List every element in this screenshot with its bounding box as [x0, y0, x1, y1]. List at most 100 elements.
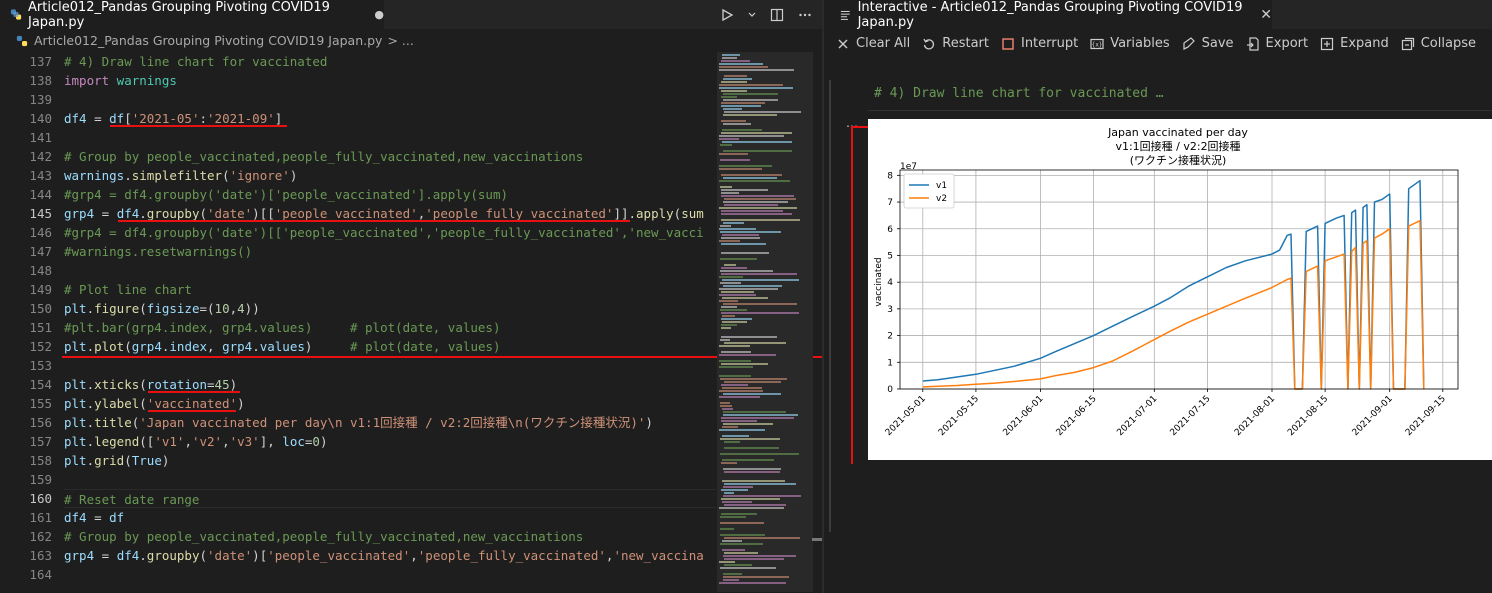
unsaved-dot-icon[interactable]: ●: [374, 8, 384, 21]
minimap-line: [722, 279, 799, 281]
minimap-line: [721, 174, 782, 176]
code-line-160: # Reset date range: [64, 489, 716, 508]
close-icon[interactable]: ✕: [1260, 7, 1272, 23]
line-number: 163: [29, 548, 52, 563]
line-number: 151: [29, 320, 52, 335]
minimap-line: [720, 405, 732, 407]
breadcrumb-symbols[interactable]: > ...: [387, 33, 413, 48]
minimap-line: [722, 387, 762, 389]
minimap-line: [720, 144, 732, 146]
save-label: Save: [1201, 36, 1234, 51]
save-button[interactable]: Save: [1182, 29, 1234, 58]
y-tick-label: 8: [887, 171, 893, 181]
minimap-line: [721, 210, 783, 212]
minimap-line: [724, 492, 734, 494]
minimap-line: [720, 528, 734, 530]
clear-all-icon: [838, 39, 848, 48]
collapse-icon: [1401, 37, 1414, 50]
minimap[interactable]: [717, 52, 813, 593]
line-number-gutter: 137 138 139 140 141 142 143 144 145 146 147 148 149 1…: [0, 52, 52, 593]
minimap-line: [719, 582, 786, 584]
minimap-line: [721, 192, 739, 194]
minimap-line: [724, 342, 786, 344]
line-number: 159: [29, 472, 52, 487]
run-icon[interactable]: [720, 8, 734, 22]
interactive-window[interactable]: Interactive - Article012_Pandas Grouping…: [824, 0, 1492, 593]
minimap-line: [724, 471, 780, 473]
code-editor[interactable]: Article012_Pandas Grouping Pivoting COVI…: [0, 0, 842, 593]
minimap-line: [723, 423, 773, 425]
minimap-line: [721, 189, 768, 191]
minimap-line: [719, 288, 778, 290]
variables-button[interactable]: {x} Variables: [1090, 29, 1170, 58]
breadcrumb-file[interactable]: Article012_Pandas Grouping Pivoting COVI…: [34, 33, 382, 48]
minimap-line: [719, 240, 740, 242]
x-tick-label: 2021-09-01: [1351, 394, 1395, 438]
more-actions-icon[interactable]: [798, 8, 812, 22]
x-tick-label: 2021-07-15: [1169, 394, 1213, 438]
annotation-underline-ylabel: [148, 410, 236, 412]
export-button[interactable]: Export: [1246, 29, 1308, 58]
minimap-line: [722, 234, 759, 236]
minimap-line: [724, 264, 736, 266]
minimap-line: [720, 231, 781, 233]
expand-icon: [1321, 37, 1334, 50]
legend-v2-label: v2: [936, 194, 947, 204]
minimap-line: [721, 132, 792, 134]
minimap-line: [719, 294, 756, 296]
code-line-149: # Plot line chart: [64, 282, 192, 297]
minimap-line: [722, 57, 737, 59]
line-number: 143: [29, 168, 52, 183]
code-line-146: #grp4 = df4.groupby('date')[['people_vac…: [64, 225, 704, 240]
minimap-line: [723, 495, 801, 497]
python-file-icon: [10, 9, 22, 20]
breadcrumb[interactable]: Article012_Pandas Grouping Pivoting COVI…: [0, 29, 822, 52]
editor-tab[interactable]: Article012_Pandas Grouping Pivoting COVI…: [0, 0, 384, 30]
code-line-158: plt.grid(True): [64, 453, 170, 468]
minimap-line: [723, 486, 753, 488]
minimap-line: [721, 324, 737, 326]
line-number: 158: [29, 453, 52, 468]
line-number: 147: [29, 244, 52, 259]
expand-button[interactable]: Expand: [1320, 29, 1389, 58]
minimap-line: [724, 552, 758, 554]
code-text-area[interactable]: # 4) Draw line chart for vaccinated impo…: [64, 52, 716, 593]
line-number: 144: [29, 187, 52, 202]
line-number: 142: [29, 149, 52, 164]
y-axis-label: vaccinated: [874, 257, 884, 306]
line-number: 162: [29, 529, 52, 544]
minimap-line: [719, 561, 735, 563]
cell-input-summary[interactable]: # 4) Draw line chart for vaccinated …: [874, 86, 1164, 101]
y-tick-label: 3: [887, 305, 893, 315]
interactive-tab[interactable]: Interactive - Article012_Pandas Grouping…: [824, 0, 1272, 30]
line-number: 160: [29, 491, 52, 506]
interrupt-button[interactable]: Interrupt: [1001, 29, 1078, 58]
code-line-144: #grp4 = df4.groupby('date')['people_vacc…: [64, 187, 509, 202]
minimap-line: [719, 135, 784, 137]
minimap-line: [721, 384, 748, 386]
split-editor-icon[interactable]: [770, 8, 784, 22]
chevron-down-icon[interactable]: [748, 8, 756, 22]
collapse-button[interactable]: Collapse: [1401, 29, 1476, 58]
minimap-line: [721, 513, 757, 515]
y-tick-label: 2: [887, 332, 893, 342]
minimap-line: [719, 228, 756, 230]
minimap-line: [719, 276, 743, 278]
minimap-line: [720, 543, 763, 545]
x-tick-label: 2021-09-15: [1404, 394, 1448, 438]
minimap-line: [721, 291, 754, 293]
clear-all-button[interactable]: Clear All: [836, 29, 910, 58]
plot-output: Japan vaccinated per day v1:1回接種 / v2:2回…: [868, 119, 1492, 460]
minimap-line: [721, 60, 750, 62]
minimap-line: [724, 483, 796, 485]
minimap-line: [719, 300, 738, 302]
cell-separator: [868, 110, 1492, 111]
minimap-line: [720, 516, 746, 518]
minimap-line: [722, 426, 738, 428]
minimap-line: [722, 297, 768, 299]
editor-scrollbar[interactable]: [812, 538, 822, 541]
restart-button[interactable]: Restart: [922, 29, 989, 58]
minimap-line: [723, 414, 798, 416]
